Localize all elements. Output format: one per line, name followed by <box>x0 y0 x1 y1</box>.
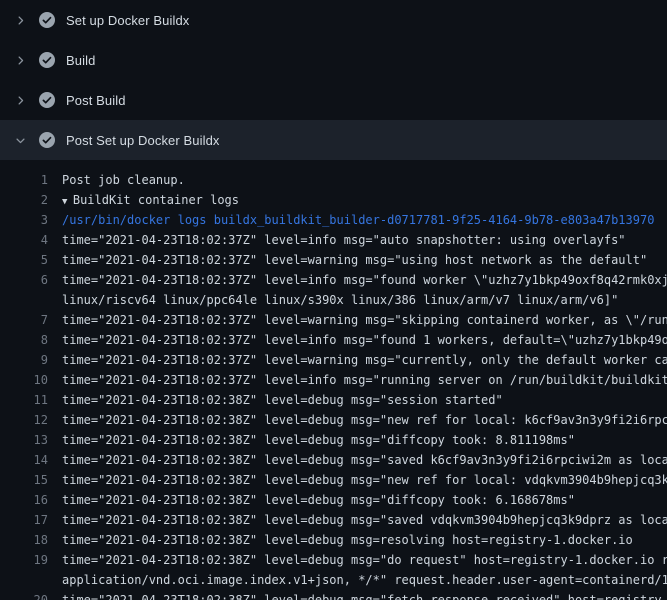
log-text: time="2021-04-23T18:02:38Z" level=debug … <box>62 450 667 470</box>
log-text: time="2021-04-23T18:02:37Z" level=warnin… <box>62 350 667 370</box>
log-line-number[interactable]: 1 <box>0 170 48 190</box>
log-line-number[interactable]: 9 <box>0 350 48 370</box>
chevron-right-icon <box>14 94 26 106</box>
step-header-post-set-up-docker-buildx[interactable]: Post Set up Docker Buildx <box>0 120 667 160</box>
log-text: time="2021-04-23T18:02:37Z" level=warnin… <box>62 310 667 330</box>
log-line-number[interactable]: 12 <box>0 410 48 430</box>
log-line-number[interactable]: 14 <box>0 450 48 470</box>
log-text: Post job cleanup. <box>62 170 667 190</box>
log-text: time="2021-04-23T18:02:38Z" level=debug … <box>62 390 667 410</box>
log-row: 9 time="2021-04-23T18:02:37Z" level=warni… <box>0 350 667 370</box>
log-row: 1 Post job cleanup. <box>0 170 667 190</box>
check-circle-icon <box>39 52 55 68</box>
log-line-number[interactable]: 7 <box>0 310 48 330</box>
step-label: Post Set up Docker Buildx <box>66 133 220 148</box>
step-label: Post Build <box>66 93 126 108</box>
log-text: time="2021-04-23T18:02:37Z" level=info m… <box>62 230 667 250</box>
log-row-continuation: linux/riscv64 linux/ppc64le linux/s390x … <box>0 290 667 310</box>
workflow-log-viewer: Set up Docker Buildx Build Post Build Po… <box>0 0 667 600</box>
log-row: 7 time="2021-04-23T18:02:37Z" level=warni… <box>0 310 667 330</box>
log-line-number[interactable]: 16 <box>0 490 48 510</box>
log-text: time="2021-04-23T18:02:38Z" level=debug … <box>62 410 667 430</box>
log-row: 15 time="2021-04-23T18:02:38Z" level=debu… <box>0 470 667 490</box>
log-text: time="2021-04-23T18:02:38Z" level=debug … <box>62 590 667 600</box>
log-line-number <box>0 290 48 310</box>
log-line-number[interactable]: 17 <box>0 510 48 530</box>
step-header-post-build[interactable]: Post Build <box>0 80 667 120</box>
log-line-number[interactable]: 13 <box>0 430 48 450</box>
log-line-number[interactable]: 6 <box>0 270 48 290</box>
log-row: 11 time="2021-04-23T18:02:38Z" level=debu… <box>0 390 667 410</box>
log-text: time="2021-04-23T18:02:38Z" level=debug … <box>62 430 667 450</box>
log-row: 13 time="2021-04-23T18:02:38Z" level=debu… <box>0 430 667 450</box>
check-circle-icon <box>39 132 55 148</box>
log-text: time="2021-04-23T18:02:38Z" level=debug … <box>62 490 667 510</box>
chevron-right-icon <box>14 14 26 26</box>
log-line-number[interactable]: 4 <box>0 230 48 250</box>
log-text: time="2021-04-23T18:02:37Z" level=warnin… <box>62 250 667 270</box>
chevron-right-icon <box>14 54 26 66</box>
step-label: Set up Docker Buildx <box>66 13 189 28</box>
check-circle-icon <box>39 12 55 28</box>
log-group-toggle[interactable]: ▼ BuildKit container logs <box>62 190 667 210</box>
log-text: linux/riscv64 linux/ppc64le linux/s390x … <box>62 290 667 310</box>
log-line-number[interactable]: 2 <box>0 190 48 210</box>
step-label: Build <box>66 53 95 68</box>
log-row: 8 time="2021-04-23T18:02:37Z" level=info … <box>0 330 667 350</box>
log-row: 18 time="2021-04-23T18:02:38Z" level=debu… <box>0 530 667 550</box>
log-line-number[interactable]: 8 <box>0 330 48 350</box>
step-header-build[interactable]: Build <box>0 40 667 80</box>
step-header-set-up-docker-buildx[interactable]: Set up Docker Buildx <box>0 0 667 40</box>
log-row: 12 time="2021-04-23T18:02:38Z" level=debu… <box>0 410 667 430</box>
log-text: time="2021-04-23T18:02:38Z" level=debug … <box>62 470 667 490</box>
log-row: 19 time="2021-04-23T18:02:38Z" level=debu… <box>0 550 667 570</box>
group-expanded-triangle-icon: ▼ <box>62 197 73 207</box>
log-command-text: /usr/bin/docker logs buildx_buildkit_bui… <box>62 210 667 230</box>
log-text: time="2021-04-23T18:02:38Z" level=debug … <box>62 550 667 570</box>
log-text: time="2021-04-23T18:02:38Z" level=debug … <box>62 510 667 530</box>
log-row: 10 time="2021-04-23T18:02:37Z" level=info… <box>0 370 667 390</box>
log-row: 3/usr/bin/docker logs buildx_buildkit_bu… <box>0 210 667 230</box>
log-row: 20 time="2021-04-23T18:02:38Z" level=debu… <box>0 590 667 600</box>
log-text: application/vnd.oci.image.index.v1+json,… <box>62 570 667 590</box>
log-row: 14 time="2021-04-23T18:02:38Z" level=debu… <box>0 450 667 470</box>
log-text: time="2021-04-23T18:02:38Z" level=debug … <box>62 530 667 550</box>
log-line-number[interactable]: 19 <box>0 550 48 570</box>
log-line-number[interactable]: 11 <box>0 390 48 410</box>
log-line-number[interactable]: 5 <box>0 250 48 270</box>
chevron-down-icon <box>14 134 26 146</box>
log-line-number[interactable]: 3 <box>0 210 48 230</box>
check-circle-icon <box>39 92 55 108</box>
log-row: 2 ▼ BuildKit container logs <box>0 190 667 210</box>
log-row: 17 time="2021-04-23T18:02:38Z" level=debu… <box>0 510 667 530</box>
log-row: 4 time="2021-04-23T18:02:37Z" level=info … <box>0 230 667 250</box>
log-line-number[interactable]: 10 <box>0 370 48 390</box>
log-row: 5 time="2021-04-23T18:02:37Z" level=warni… <box>0 250 667 270</box>
log-row-continuation: application/vnd.oci.image.index.v1+json,… <box>0 570 667 590</box>
log-line-number[interactable]: 15 <box>0 470 48 490</box>
log-text: time="2021-04-23T18:02:37Z" level=info m… <box>62 370 667 390</box>
log-lines: 1 Post job cleanup. 2 ▼ BuildKit container … <box>0 160 667 600</box>
log-line-number <box>0 570 48 590</box>
log-text: time="2021-04-23T18:02:37Z" level=info m… <box>62 270 667 290</box>
log-row: 16 time="2021-04-23T18:02:38Z" level=debu… <box>0 490 667 510</box>
log-row: 6 time="2021-04-23T18:02:37Z" level=info … <box>0 270 667 290</box>
log-text: time="2021-04-23T18:02:37Z" level=info m… <box>62 330 667 350</box>
log-line-number[interactable]: 18 <box>0 530 48 550</box>
log-line-number[interactable]: 20 <box>0 590 48 600</box>
